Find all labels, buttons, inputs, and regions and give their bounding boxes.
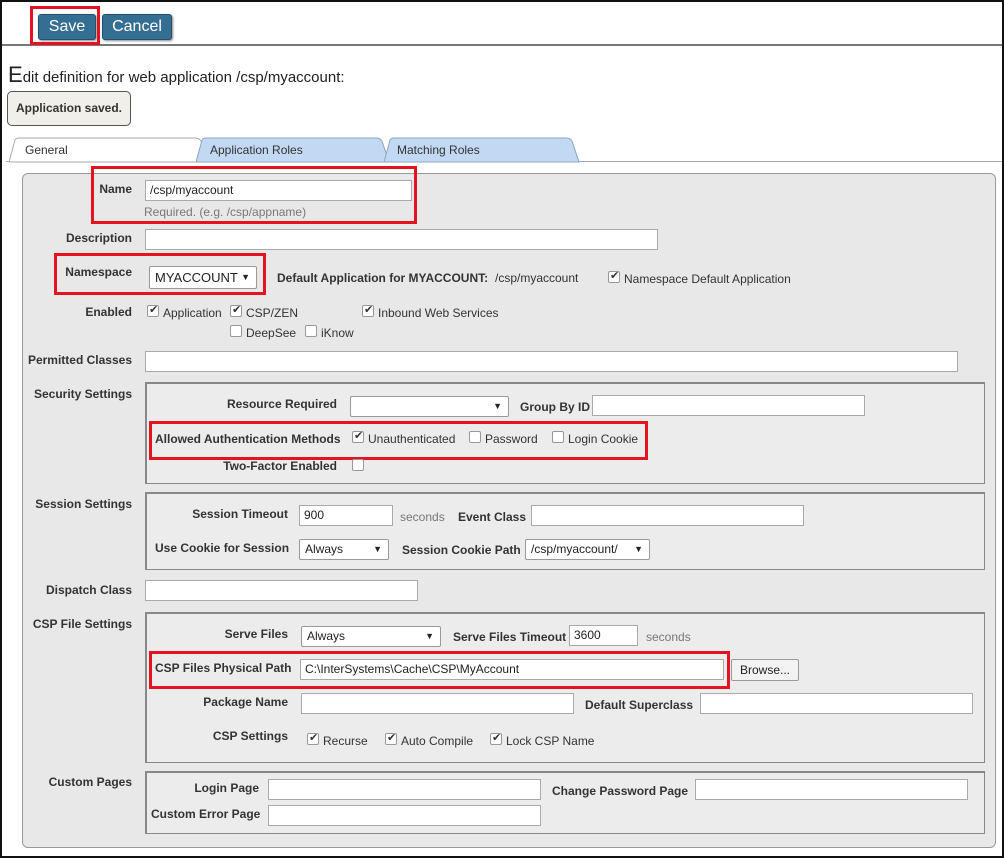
tab-general[interactable]: General — [9, 137, 209, 163]
serve-files-timeout-unit: seconds — [646, 630, 691, 644]
application-checkbox[interactable] — [147, 303, 159, 317]
csp-settings-label: CSP Settings — [212, 729, 288, 743]
tab-label: Application Roles — [210, 143, 303, 157]
csp-file-settings-label: CSP File Settings — [32, 617, 132, 631]
login-page-label: Login Page — [194, 781, 259, 795]
inbound-web-services-label: Inbound Web Services — [378, 306, 499, 320]
event-class-input[interactable] — [531, 505, 804, 526]
password-checkbox[interactable] — [469, 431, 481, 443]
use-cookie-label: Use Cookie for Session — [155, 541, 290, 555]
login-cookie-checkbox[interactable] — [552, 431, 564, 443]
title-initial: E — [8, 62, 23, 87]
recurse-label: Recurse — [323, 734, 368, 748]
ns-default-label: Namespace Default Application — [624, 272, 791, 286]
browse-button[interactable]: Browse... — [731, 659, 799, 681]
iknow-label: iKnow — [321, 326, 354, 340]
default-superclass-label: Default Superclass — [585, 698, 694, 712]
ns-default-checkbox[interactable] — [608, 269, 620, 283]
csp-zen-label: CSP/ZEN — [246, 306, 299, 320]
auto-compile-label: Auto Compile — [401, 734, 474, 748]
deepsee-checkbox[interactable] — [230, 325, 242, 337]
iknow-checkbox[interactable] — [305, 325, 317, 337]
tab-label: General — [25, 143, 68, 157]
enabled-label: Enabled — [85, 305, 132, 319]
custom-error-page-input[interactable] — [268, 805, 541, 826]
resource-required-label: Resource Required — [226, 397, 337, 411]
physical-path-label: CSP Files Physical Path — [155, 661, 292, 675]
serve-files-label: Serve Files — [224, 627, 288, 641]
physical-path-input[interactable]: C:\InterSystems\Cache\CSP\MyAccount — [300, 659, 724, 680]
unauthenticated-label: Unauthenticated — [368, 432, 456, 446]
security-settings-label: Security Settings — [33, 387, 132, 401]
chevron-down-icon: ▼ — [493, 401, 502, 411]
permitted-classes-label: Permitted Classes — [27, 353, 132, 367]
custom-error-page-label: Custom Error Page — [151, 807, 261, 821]
serve-files-value: Always — [307, 629, 346, 643]
title-text: dit definition for web application /csp/… — [22, 69, 345, 86]
chevron-down-icon: ▼ — [425, 631, 434, 641]
change-password-page-label: Change Password Page — [552, 784, 689, 798]
default-superclass-input[interactable] — [700, 693, 973, 714]
namespace-label: Namespace — [65, 265, 132, 279]
serve-files-timeout-input[interactable]: 3600 — [569, 625, 638, 646]
lock-csp-name-label: Lock CSP Name — [506, 734, 595, 748]
event-class-label: Event Class — [458, 510, 527, 524]
resource-required-select[interactable]: ▼ — [350, 396, 509, 417]
default-app-value: /csp/myaccount — [495, 271, 579, 285]
chevron-down-icon: ▼ — [373, 544, 382, 554]
session-timeout-input[interactable]: 900 — [299, 505, 393, 526]
toolbar: Save Cancel — [2, 2, 1002, 46]
two-factor-label: Two-Factor Enabled — [223, 459, 337, 473]
name-hint: Required. (e.g. /csp/appname) — [144, 205, 307, 219]
login-cookie-label: Login Cookie — [568, 432, 639, 446]
namespace-select[interactable]: MYACCOUNT ▼ — [149, 266, 257, 289]
tab-label: Matching Roles — [397, 143, 480, 157]
tab-matching-roles[interactable]: Matching Roles — [384, 137, 580, 163]
unauthenticated-checkbox[interactable] — [352, 429, 364, 443]
application-label: Application — [163, 306, 222, 320]
name-input[interactable]: /csp/myaccount — [145, 180, 412, 201]
custom-pages-label: Custom Pages — [48, 775, 132, 789]
description-input[interactable] — [145, 229, 658, 250]
status-message: Application saved. — [7, 91, 131, 126]
serve-files-select[interactable]: Always ▼ — [301, 626, 441, 647]
session-timeout-unit: seconds — [400, 510, 445, 524]
cancel-button[interactable]: Cancel — [102, 14, 172, 40]
group-by-id-label: Group By ID — [520, 400, 591, 414]
auth-methods-label: Allowed Authentication Methods — [155, 432, 341, 446]
deepsee-label: DeepSee — [246, 326, 297, 340]
lock-csp-name-checkbox[interactable] — [490, 731, 502, 745]
password-label: Password — [485, 432, 538, 446]
cookie-path-label: Session Cookie Path — [402, 543, 521, 557]
session-timeout-label: Session Timeout — [192, 507, 288, 521]
dispatch-class-label: Dispatch Class — [45, 583, 132, 597]
change-password-page-input[interactable] — [695, 779, 968, 800]
group-by-id-input[interactable] — [592, 395, 865, 416]
use-cookie-select[interactable]: Always ▼ — [299, 539, 389, 560]
name-label: Name — [99, 182, 132, 196]
chevron-down-icon: ▼ — [241, 272, 250, 282]
page-title: Edit definition for web application /csp… — [8, 62, 345, 88]
chevron-down-icon: ▼ — [634, 544, 643, 554]
tab-application-roles[interactable]: Application Roles — [196, 137, 390, 163]
cookie-path-select[interactable]: /csp/myaccount/ ▼ — [525, 539, 650, 560]
inbound-web-services-checkbox[interactable] — [362, 303, 374, 317]
serve-files-timeout-label: Serve Files Timeout — [453, 630, 567, 644]
auto-compile-checkbox[interactable] — [385, 731, 397, 745]
dispatch-class-input[interactable] — [145, 580, 418, 601]
save-button[interactable]: Save — [38, 14, 96, 40]
description-label: Description — [65, 231, 132, 245]
two-factor-checkbox[interactable] — [352, 459, 364, 471]
login-page-input[interactable] — [268, 779, 541, 800]
recurse-checkbox[interactable] — [307, 731, 319, 745]
use-cookie-value: Always — [305, 542, 344, 556]
package-name-input[interactable] — [301, 693, 574, 714]
session-settings-label: Session Settings — [35, 497, 132, 511]
namespace-value: MYACCOUNT — [155, 270, 238, 285]
default-app-label: Default Application for MYACCOUNT: — [277, 271, 489, 285]
csp-zen-checkbox[interactable] — [230, 303, 242, 317]
permitted-classes-input[interactable] — [145, 351, 958, 372]
package-name-label: Package Name — [203, 695, 288, 709]
cookie-path-value: /csp/myaccount/ — [531, 542, 618, 556]
